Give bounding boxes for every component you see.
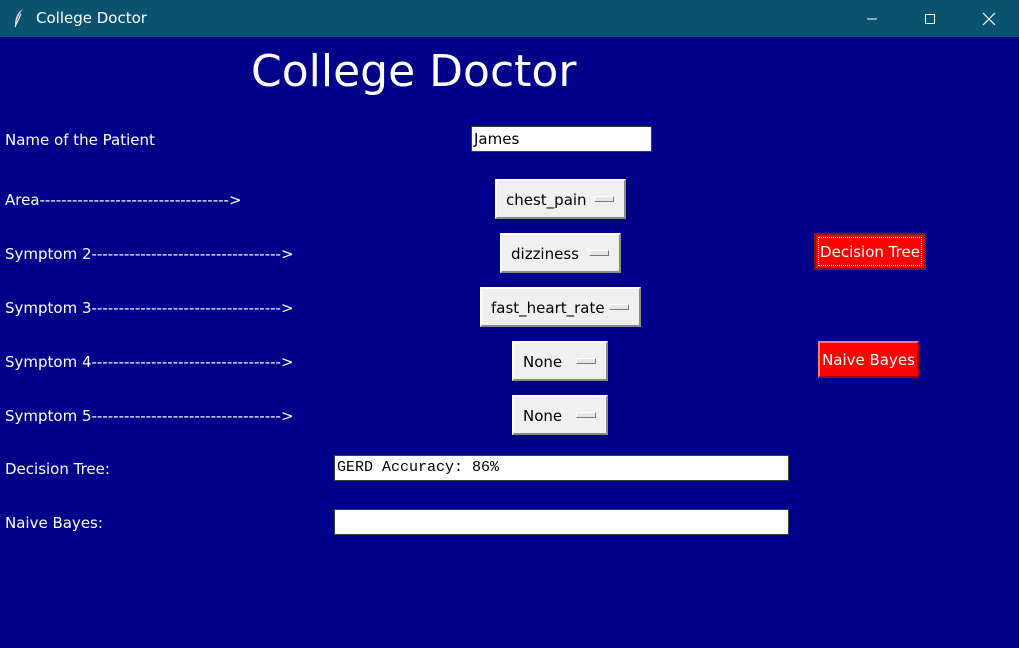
- symptom2-label: Symptom 2-------------------------------…: [5, 245, 294, 263]
- area-dropdown[interactable]: chest_pain: [495, 179, 626, 219]
- maximize-button[interactable]: [901, 0, 959, 37]
- symptom3-dropdown-value: fast_heart_rate: [491, 299, 605, 317]
- symptom4-label: Symptom 4-------------------------------…: [5, 353, 294, 371]
- symptom5-dropdown-value: None: [523, 407, 563, 425]
- dropdown-indicator-icon: [609, 304, 629, 310]
- window-title: College Doctor: [36, 9, 147, 27]
- minimize-button[interactable]: [843, 0, 901, 37]
- decision-tree-button[interactable]: Decision Tree: [814, 233, 926, 270]
- patient-name-label: Name of the Patient: [5, 131, 155, 149]
- symptom5-dropdown[interactable]: None: [512, 395, 608, 435]
- symptom3-label: Symptom 3-------------------------------…: [5, 299, 294, 317]
- minimize-icon: [867, 18, 877, 19]
- dropdown-indicator-icon: [576, 358, 596, 364]
- symptom5-label: Symptom 5-------------------------------…: [5, 407, 294, 425]
- window-titlebar: College Doctor: [0, 0, 1019, 37]
- close-button[interactable]: [960, 0, 1018, 37]
- close-icon: [982, 12, 996, 25]
- area-dropdown-value: chest_pain: [506, 191, 587, 209]
- app-heading: College Doctor: [251, 46, 577, 97]
- dropdown-indicator-icon: [576, 412, 596, 418]
- naive-bayes-button[interactable]: Naive Bayes: [818, 341, 919, 378]
- dropdown-indicator-icon: [594, 196, 614, 202]
- symptom4-dropdown-value: None: [523, 353, 563, 371]
- symptom4-dropdown[interactable]: None: [512, 341, 608, 381]
- feather-icon: [14, 9, 23, 28]
- patient-name-input[interactable]: James: [471, 126, 652, 152]
- naive-bayes-result-label: Naive Bayes:: [5, 514, 103, 532]
- decision-tree-result-field[interactable]: GERD Accuracy: 86%: [334, 455, 789, 481]
- decision-tree-result-label: Decision Tree:: [5, 460, 110, 478]
- symptom2-dropdown-value: dizziness: [511, 245, 579, 263]
- naive-bayes-result-field[interactable]: [334, 509, 789, 535]
- dropdown-indicator-icon: [589, 250, 609, 256]
- maximize-icon: [925, 13, 935, 24]
- symptom3-dropdown[interactable]: fast_heart_rate: [480, 287, 641, 327]
- area-label: Area----------------------------------->: [5, 191, 242, 209]
- symptom2-dropdown[interactable]: dizziness: [500, 233, 621, 273]
